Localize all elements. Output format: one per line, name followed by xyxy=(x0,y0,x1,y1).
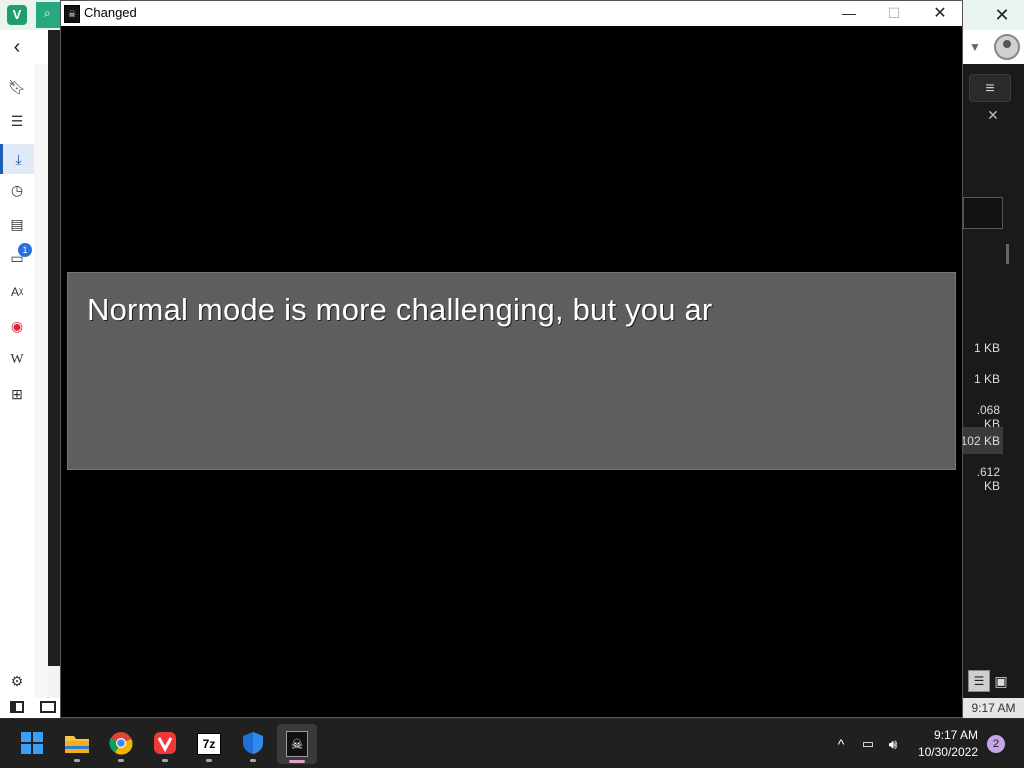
list-view-icon[interactable]: ☰ xyxy=(968,670,990,692)
running-indicator xyxy=(74,759,80,762)
browser-close-button[interactable]: ✕ xyxy=(990,3,1014,27)
chevron-down-icon[interactable]: ▼ xyxy=(966,38,984,56)
profile-avatar[interactable] xyxy=(994,34,1020,60)
chrome-icon xyxy=(109,732,133,755)
notes-icon[interactable]: ▤ xyxy=(6,213,28,235)
translate-icon[interactable]: Aᵡ xyxy=(6,281,28,303)
game-icon: ☠ xyxy=(286,731,308,757)
browser-sidebar: 🔖︎ ☰ ⤓ ◷ ▤ ▭ Aᵡ ◉ W ⊞ ⚙ xyxy=(0,64,35,718)
reading-list-icon[interactable]: ☰ xyxy=(6,110,28,132)
add-panel-icon[interactable]: ⊞ xyxy=(6,383,28,405)
tile-icon[interactable] xyxy=(40,701,56,713)
7zip-icon: 7z xyxy=(197,733,221,755)
scrollbar[interactable] xyxy=(1006,244,1009,264)
download-size: .612 KB xyxy=(976,465,1000,493)
shield-icon xyxy=(243,732,263,754)
settings-icon[interactable]: ⚙ xyxy=(6,670,28,692)
download-size: 1 KB xyxy=(973,341,1000,355)
folder-icon xyxy=(65,736,89,753)
start-button[interactable] xyxy=(13,724,51,762)
grid-view-icon[interactable]: ▣ xyxy=(992,672,1010,690)
defender-button[interactable] xyxy=(234,724,272,762)
back-button[interactable]: ‹ xyxy=(6,36,28,58)
browser-status-bar xyxy=(0,698,62,718)
chrome-button[interactable] xyxy=(102,724,140,762)
vivaldi-icon xyxy=(154,732,176,754)
panel-strip xyxy=(34,64,48,718)
volume-icon[interactable]: 🔊︎ xyxy=(882,734,904,754)
menu-icon[interactable]: ≡ xyxy=(969,74,1011,102)
vivaldi-icon[interactable]: ◉ xyxy=(6,315,28,337)
7zip-button[interactable]: 7z xyxy=(190,724,228,762)
window-title: Changed xyxy=(84,5,137,20)
search-icon: ⌕ xyxy=(44,6,51,20)
game-taskbar-icon[interactable]: ☠ xyxy=(278,724,316,762)
wikipedia-icon[interactable]: W xyxy=(6,349,28,371)
history-icon[interactable]: ◷ xyxy=(6,179,28,201)
game-icon: ☠ xyxy=(64,5,80,23)
downloads-icon[interactable]: ⤓ xyxy=(0,144,34,174)
running-indicator xyxy=(162,759,168,762)
network-icon[interactable]: ▭ xyxy=(858,734,878,754)
notification-badge[interactable]: 2 xyxy=(987,735,1005,753)
file-explorer-button[interactable] xyxy=(58,724,96,762)
minimize-button[interactable]: — xyxy=(826,1,872,26)
close-button[interactable]: ✕ xyxy=(917,1,963,26)
bookmark-icon[interactable]: 🔖︎ xyxy=(6,76,28,98)
close-icon[interactable]: ✕ xyxy=(984,106,1002,124)
dialog-text: Normal mode is more challenging, but you… xyxy=(87,292,713,327)
vivaldi-button[interactable] xyxy=(146,724,184,762)
running-indicator xyxy=(250,759,256,762)
download-size: 102 KB xyxy=(960,434,1000,448)
clock-time[interactable]: 9:17 AM xyxy=(912,728,978,742)
active-indicator xyxy=(289,760,305,763)
windows-start-icon xyxy=(21,732,43,754)
notification-badge: 1 xyxy=(18,243,32,257)
clock-date[interactable]: 10/30/2022 xyxy=(912,745,978,759)
running-indicator xyxy=(118,759,124,762)
search-input[interactable] xyxy=(963,197,1003,229)
maximize-button[interactable]: ☐ xyxy=(871,1,917,26)
vivaldi-logo-icon[interactable]: V xyxy=(7,5,27,25)
downloads-panel: 1 KB 1 KB .068 KB .612 KB xyxy=(963,64,1024,718)
panel-toggle-icon[interactable] xyxy=(10,701,24,713)
download-size: 1 KB xyxy=(973,372,1000,386)
status-time: 9:17 AM xyxy=(963,698,1024,718)
running-indicator xyxy=(206,759,212,762)
chevron-up-icon[interactable]: ^ xyxy=(832,734,850,754)
